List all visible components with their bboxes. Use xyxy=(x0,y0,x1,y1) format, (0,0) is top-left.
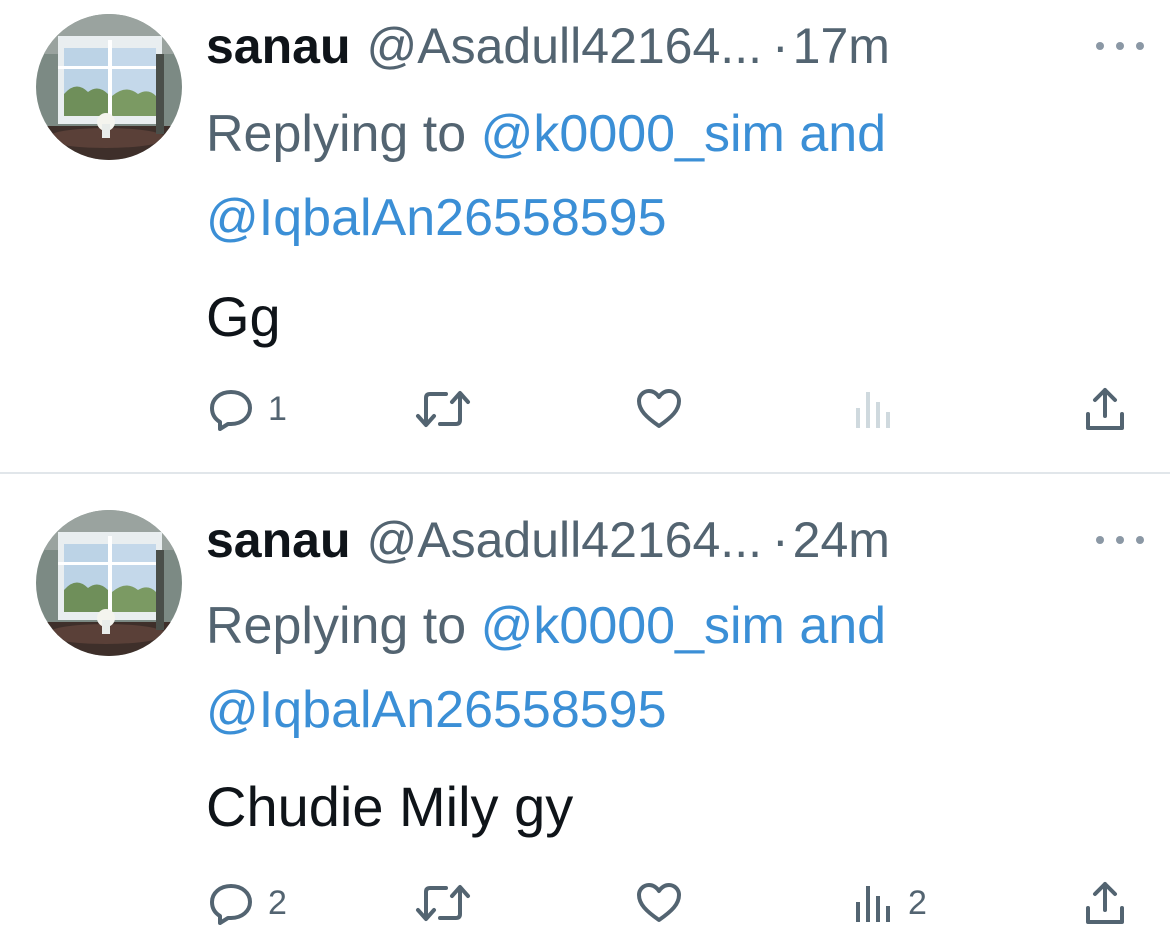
retweet-button[interactable] xyxy=(414,878,472,928)
like-button[interactable] xyxy=(634,878,684,928)
separator-dot: · xyxy=(771,18,789,74)
tweet-text: Chudie Mily gy xyxy=(206,775,574,838)
retweet-icon xyxy=(414,384,472,434)
tweet[interactable]: sanau @Asadull42164... · 24m Replying to… xyxy=(0,474,1170,951)
share-icon xyxy=(1080,384,1130,434)
retweet-icon xyxy=(414,878,472,928)
timestamp[interactable]: 24m xyxy=(793,508,890,572)
more-options-icon[interactable] xyxy=(1096,530,1144,550)
share-button[interactable] xyxy=(1080,878,1130,928)
display-name[interactable]: sanau xyxy=(206,14,351,78)
like-button[interactable] xyxy=(634,384,684,434)
tweet-header: sanau @Asadull42164... · 24m xyxy=(206,508,890,572)
replying-to: Replying to @k0000_sim and @IqbalAn26558… xyxy=(206,584,1106,752)
mention-conjunction[interactable]: and xyxy=(785,597,886,655)
mention-link[interactable]: @k0000_sim xyxy=(481,105,785,163)
reply-button[interactable]: 2 xyxy=(206,878,287,928)
like-icon xyxy=(634,878,684,928)
tweet[interactable]: sanau @Asadull42164... · 17m Replying to… xyxy=(0,0,1170,472)
mention-link[interactable]: @IqbalAn26558595 xyxy=(206,189,667,247)
views-button[interactable]: 2 xyxy=(852,878,927,928)
avatar[interactable] xyxy=(36,14,182,160)
share-button[interactable] xyxy=(1080,384,1130,434)
separator-dot: · xyxy=(771,512,789,568)
reply-count: 2 xyxy=(268,883,287,922)
display-name[interactable]: sanau xyxy=(206,508,351,572)
action-bar: 1 xyxy=(206,384,1136,434)
views-count: 2 xyxy=(908,883,927,922)
views-button[interactable] xyxy=(852,384,908,434)
reply-button[interactable]: 1 xyxy=(206,384,287,434)
views-icon xyxy=(852,384,896,434)
reply-icon xyxy=(206,384,256,434)
mention-link[interactable]: @IqbalAn26558595 xyxy=(206,681,667,739)
share-icon xyxy=(1080,878,1130,928)
tweet-header: sanau @Asadull42164... · 17m xyxy=(206,14,890,78)
replying-to: Replying to @k0000_sim and @IqbalAn26558… xyxy=(206,92,1106,260)
retweet-button[interactable] xyxy=(414,384,472,434)
mention-link[interactable]: @k0000_sim xyxy=(481,597,785,655)
avatar[interactable] xyxy=(36,510,182,656)
user-handle[interactable]: @Asadull42164... xyxy=(367,14,762,78)
more-options-icon[interactable] xyxy=(1096,36,1144,56)
views-icon xyxy=(852,878,896,928)
replying-prefix: Replying to xyxy=(206,597,481,655)
reply-icon xyxy=(206,878,256,928)
user-handle[interactable]: @Asadull42164... xyxy=(367,508,762,572)
replying-prefix: Replying to xyxy=(206,105,481,163)
like-icon xyxy=(634,384,684,434)
mention-conjunction[interactable]: and xyxy=(785,105,886,163)
reply-count: 1 xyxy=(268,389,287,428)
action-bar: 2 2 xyxy=(206,878,1136,928)
timestamp[interactable]: 17m xyxy=(793,14,890,78)
tweet-text: Gg xyxy=(206,285,281,348)
